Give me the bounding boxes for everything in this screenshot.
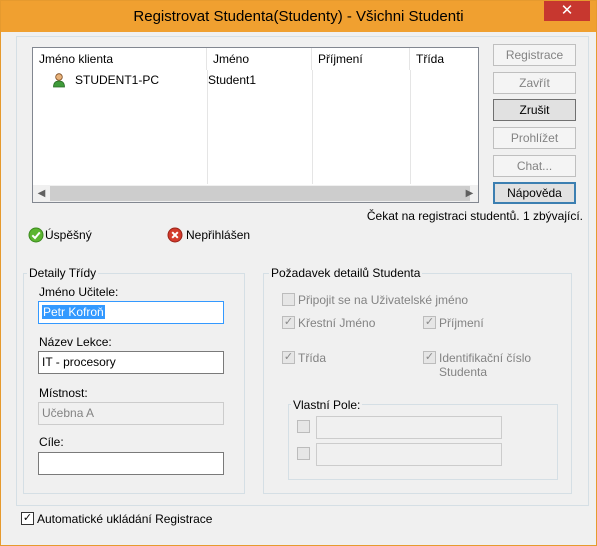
- client-list[interactable]: Jméno klienta Jméno Příjmení Třída STUDE…: [32, 47, 479, 203]
- register-button[interactable]: Registrace: [493, 44, 576, 66]
- dialog-window: Registrovat Studenta(Studenty) - Všichni…: [0, 0, 597, 546]
- row-client-name: STUDENT1-PC: [75, 73, 160, 87]
- lesson-label: Název Lekce:: [39, 335, 112, 349]
- student-details-title: Požadavek detailů Studenta: [269, 266, 423, 280]
- table-row[interactable]: STUDENT1-PC Student1: [33, 71, 478, 89]
- class-details-title: Detaily Třídy: [27, 266, 99, 280]
- student-id-label: Identifikační číslo Studenta: [439, 351, 532, 379]
- browse-button[interactable]: Prohlížet: [493, 127, 576, 149]
- goals-label: Cíle:: [39, 435, 64, 449]
- first-name-label: Křestní Jméno: [298, 316, 376, 330]
- class-label: Třída: [298, 351, 327, 365]
- scroll-right-icon[interactable]: ▶: [461, 185, 478, 202]
- close-window-button[interactable]: ✕: [544, 1, 590, 21]
- legend-success: Úspěšný: [45, 228, 92, 242]
- teacher-label: Jméno Učitele:: [39, 285, 119, 299]
- scrollbar-thumb[interactable]: [50, 186, 470, 201]
- title-bar[interactable]: Registrovat Studenta(Studenty) - Všichni…: [1, 1, 596, 32]
- window-title: Registrovat Studenta(Studenty) - Všichni…: [133, 8, 464, 25]
- custom-field-1-input[interactable]: [316, 416, 502, 439]
- student-id-checkbox[interactable]: ✓: [423, 351, 436, 364]
- room-label: Místnost:: [39, 386, 88, 400]
- last-name-label: Příjmení: [439, 316, 484, 330]
- scroll-left-icon[interactable]: ◀: [33, 185, 50, 202]
- close-button[interactable]: Zavřít: [493, 72, 576, 94]
- column-header-client[interactable]: Jméno klienta: [33, 48, 207, 70]
- connect-username-checkbox[interactable]: [282, 293, 295, 306]
- column-header-first-name[interactable]: Jméno: [207, 48, 312, 70]
- error-icon: [167, 227, 183, 243]
- column-header-last-name[interactable]: Příjmení: [312, 48, 410, 70]
- row-first-name: Student1: [208, 73, 257, 87]
- room-input[interactable]: Učebna A: [38, 402, 224, 425]
- teacher-name-input[interactable]: Petr Kofroň: [38, 301, 224, 324]
- column-header-class[interactable]: Třída: [410, 48, 478, 70]
- connect-username-label: Připojit se na Uživatelské jméno: [298, 293, 469, 307]
- custom-field-2-checkbox[interactable]: [297, 447, 310, 460]
- first-name-checkbox[interactable]: ✓: [282, 316, 295, 329]
- class-checkbox[interactable]: ✓: [282, 351, 295, 364]
- success-icon: [28, 227, 44, 243]
- custom-field-2-input[interactable]: [316, 443, 502, 466]
- teacher-name-value: Petr Kofroň: [42, 305, 105, 319]
- auto-save-checkbox[interactable]: ✓: [21, 512, 34, 525]
- chat-button[interactable]: Chat...: [493, 155, 576, 177]
- auto-save-label: Automatické ukládání Registrace: [37, 512, 213, 526]
- last-name-checkbox[interactable]: ✓: [423, 316, 436, 329]
- custom-fields-title: Vlastní Pole:: [291, 398, 363, 412]
- lesson-name-input[interactable]: IT - procesory: [38, 351, 224, 374]
- custom-field-1-checkbox[interactable]: [297, 420, 310, 433]
- user-icon: [51, 72, 67, 88]
- status-text: Čekat na registraci studentů. 1 zbývajíc…: [366, 209, 583, 223]
- help-button[interactable]: Nápověda: [493, 182, 576, 204]
- cancel-button[interactable]: Zrušit: [493, 99, 576, 121]
- goals-input[interactable]: [38, 452, 224, 475]
- legend-not-logged: Nepřihlášen: [186, 228, 251, 242]
- horizontal-scrollbar[interactable]: ◀ ▶: [33, 185, 478, 202]
